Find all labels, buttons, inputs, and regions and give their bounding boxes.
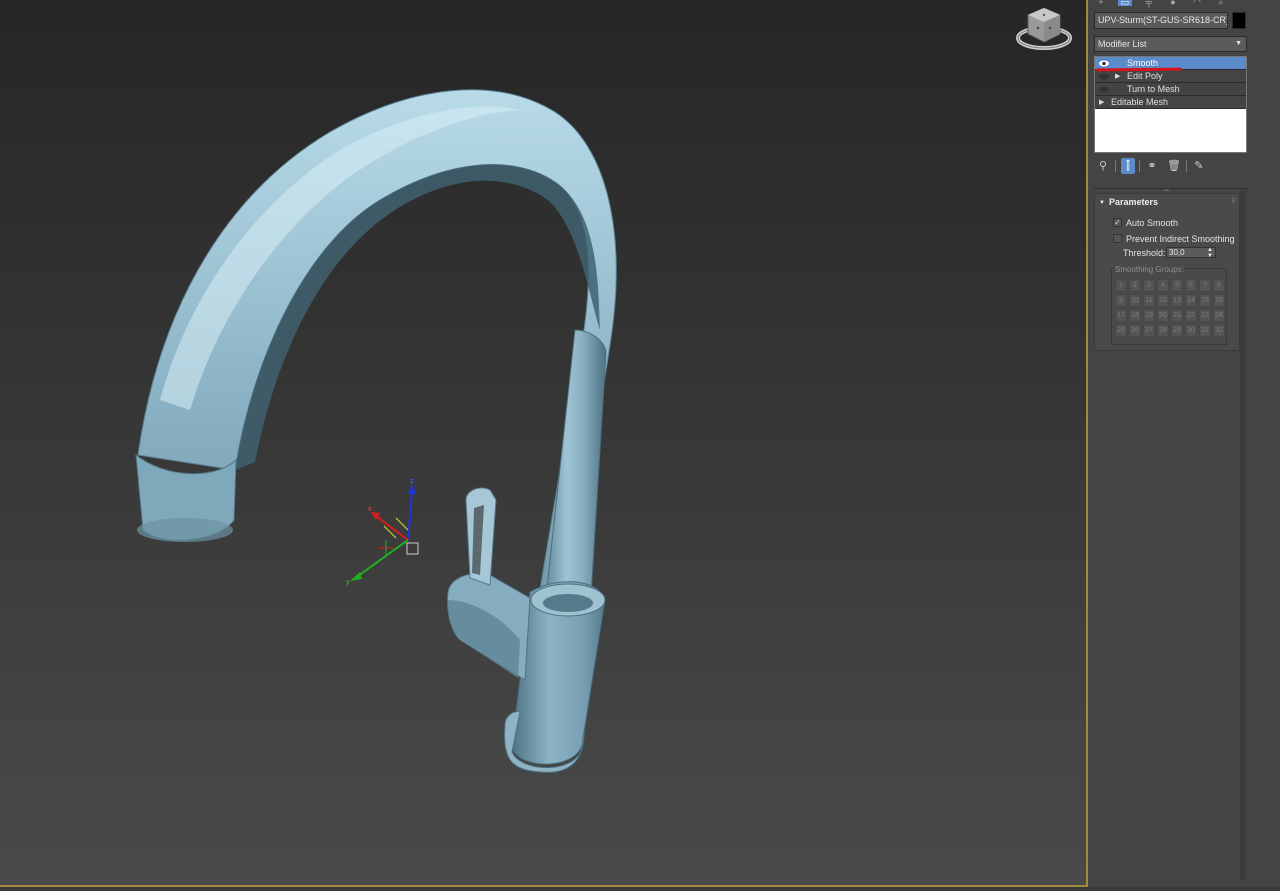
threshold-value: 30,0 [1169,248,1185,257]
configure-sets-icon[interactable]: ✎ [1192,158,1206,174]
smoothing-group-button[interactable]: 25 [1115,324,1127,337]
smoothing-group-button[interactable]: 28 [1157,324,1169,337]
stack-item-label: Turn to Mesh [1127,84,1180,94]
stack-item-edit-poly[interactable]: ▶ Edit Poly [1095,70,1246,83]
panel-scrollbar[interactable] [1240,190,1246,880]
smoothing-group-button[interactable]: 13 [1171,294,1183,307]
smoothing-group-button[interactable]: 26 [1129,324,1141,337]
smoothing-groups-grid: 1 2 3 4 5 6 7 8 9 10 11 12 13 14 15 16 17 18 19 20 21 22 23 24 2… [1115,279,1225,337]
modifier-list-dropdown[interactable]: Modifier List ▼ [1094,36,1247,52]
stack-item-label: Editable Mesh [1111,97,1169,107]
toolbar-divider [1139,160,1140,172]
viewcube-icon[interactable] [1014,4,1076,56]
rollout-header[interactable]: ▼ Parameters [1099,197,1158,207]
stack-item-editable-mesh[interactable]: ▶ Editable Mesh [1095,96,1246,109]
hierarchy-tab-icon[interactable]: ╤ [1142,0,1156,7]
auto-smooth-checkbox[interactable]: ✓ [1113,218,1122,227]
utilities-tab-icon[interactable]: ⌕ [1214,0,1228,7]
smoothing-group-button[interactable]: 5 [1171,279,1183,292]
eye-visible-icon[interactable] [1098,83,1110,96]
smoothing-group-button[interactable]: 21 [1171,309,1183,322]
smoothing-group-button[interactable]: 32 [1213,324,1225,337]
smoothing-group-button[interactable]: 29 [1171,324,1183,337]
expand-arrow-icon[interactable]: ▶ [1115,70,1120,83]
smoothing-group-button[interactable]: 12 [1157,294,1169,307]
smoothing-group-button[interactable]: 23 [1199,309,1211,322]
smoothing-group-button[interactable]: 14 [1185,294,1197,307]
collapse-triangle-icon[interactable]: ▼ [1099,200,1105,206]
object-name-field[interactable]: UPV-Sturm(ST-GUS-SR618-CR) - CC [1094,12,1228,29]
show-end-result-icon[interactable]: ⫿ [1121,158,1135,174]
smoothing-group-button[interactable]: 1 [1115,279,1127,292]
spinner-arrows-icon[interactable]: ▲ ▼ [1207,247,1213,259]
modify-tab-icon[interactable]: ▭ [1118,0,1132,7]
smoothing-group-button[interactable]: 17 [1115,309,1127,322]
chevron-down-icon: ▼ [1235,40,1242,47]
smoothing-group-button[interactable]: 11 [1143,294,1155,307]
auto-smooth-label: Auto Smooth [1126,218,1179,228]
display-tab-icon[interactable]: ◠ [1190,0,1204,7]
object-color-swatch[interactable] [1232,12,1246,29]
smoothing-group-button[interactable]: 30 [1185,324,1197,337]
smoothing-groups-label: Smoothing Groups: [1114,265,1185,274]
create-tab-icon[interactable]: + [1094,0,1108,7]
threshold-spinner[interactable]: 30,0 ▲ ▼ [1166,247,1216,259]
prevent-indirect-label: Prevent Indirect Smoothing [1126,234,1235,244]
faucet-model-render[interactable]: z x y [0,0,1086,885]
smoothing-group-button[interactable]: 24 [1213,309,1225,322]
rollout-grip-icon[interactable]: ⠿ [1231,197,1236,205]
toolbar-divider [1115,160,1116,172]
smoothing-group-button[interactable]: 7 [1199,279,1211,292]
rollout-title: Parameters [1108,197,1158,207]
smoothing-group-button[interactable]: 16 [1213,294,1225,307]
gizmo-x-label: x [368,506,372,513]
smoothing-group-button[interactable]: 2 [1129,279,1141,292]
eye-visible-icon[interactable] [1098,70,1110,83]
smoothing-group-button[interactable]: 19 [1143,309,1155,322]
smoothing-group-button[interactable]: 10 [1129,294,1141,307]
smoothing-groups-group: Smoothing Groups: 1 2 3 4 5 6 7 8 9 10 11 12 13 14 15 1… [1111,265,1227,345]
smoothing-group-button[interactable]: 22 [1185,309,1197,322]
modifier-list-label: Modifier List [1098,39,1147,49]
toolbar-divider [1186,160,1187,172]
perspective-viewport[interactable]: z x y [0,0,1086,885]
stack-item-label: Edit Poly [1127,71,1163,81]
make-unique-icon[interactable]: ⚭ [1145,158,1159,174]
spout-arch [137,89,617,651]
stack-item-turn-to-mesh[interactable]: Turn to Mesh [1095,83,1246,96]
smoothing-group-button[interactable]: 8 [1213,279,1225,292]
smoothing-group-button[interactable]: 31 [1199,324,1211,337]
smoothing-group-button[interactable]: 6 [1185,279,1197,292]
gizmo-y-label: y [346,579,350,586]
motion-tab-icon[interactable]: ● [1166,0,1180,7]
command-panel-tabs: + ▭ ╤ ● ◠ ⌕ [1088,0,1248,8]
command-panel: + ▭ ╤ ● ◠ ⌕ UPV-Sturm(ST-GUS-SR618-CR) -… [1088,0,1280,887]
status-strip [0,887,1280,891]
remove-modifier-icon[interactable]: 🗑 [1167,158,1181,174]
parameters-rollout: ▼ Parameters ⠿ ✓ Auto Smooth Prevent Indi… [1094,193,1240,351]
gizmo-z-label: z [410,478,414,485]
smoothing-group-button[interactable]: 20 [1157,309,1169,322]
smoothing-group-button[interactable]: 3 [1143,279,1155,292]
expand-arrow-icon[interactable]: ▶ [1099,96,1104,109]
prevent-indirect-checkbox[interactable] [1113,234,1122,243]
threshold-label: Threshold: [1123,248,1166,258]
smoothing-group-button[interactable]: 27 [1143,324,1155,337]
transform-gizmo[interactable]: z x y [346,478,419,586]
smoothing-group-button[interactable]: 15 [1199,294,1211,307]
smoothing-group-button[interactable]: 18 [1129,309,1141,322]
stack-toolbar: ⚲ ⫿ ⚭ 🗑 ✎ [1094,158,1244,176]
pin-stack-icon[interactable]: ⚲ [1096,158,1110,174]
panel-divider [1094,188,1248,189]
smoothing-group-button[interactable]: 9 [1115,294,1127,307]
smoothing-group-button[interactable]: 4 [1157,279,1169,292]
